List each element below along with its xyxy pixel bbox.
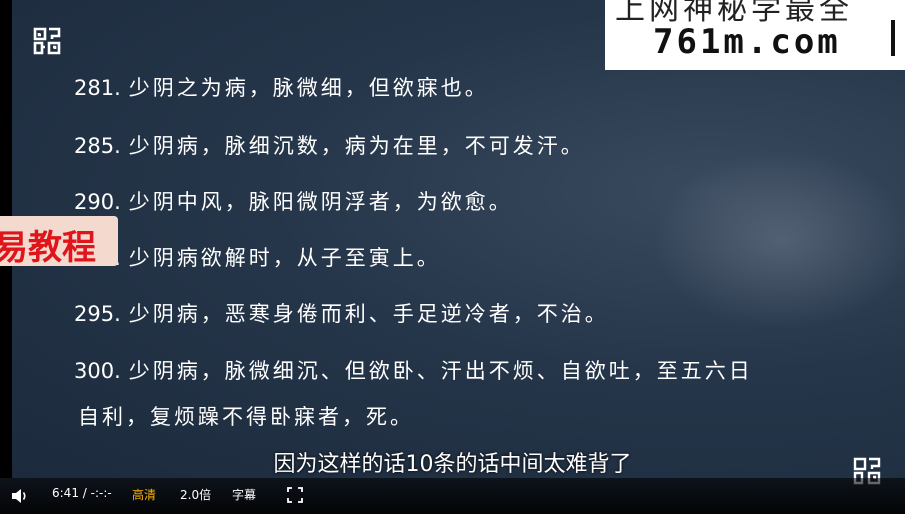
- slide-line-295: 295. 少阴病，恶寒身倦而利、手足逆冷者，不治。: [74, 302, 609, 326]
- fullscreen-icon[interactable]: [287, 487, 303, 503]
- brand-logo-icon: [33, 27, 61, 55]
- watermark-domain: 761m.com: [653, 22, 841, 62]
- watermark-bar: [891, 20, 895, 56]
- slide-line-285: 285. 少阴病，脉细沉数，病为在里，不可发汗。: [74, 134, 585, 158]
- side-tag-text: 易教程: [0, 228, 96, 266]
- video-player[interactable]: 281. 少阴之为病，脉微细，但欲寐也。 285. 少阴病，脉细沉数，病为在里，不可…: [0, 0, 905, 514]
- side-tag-overlay: 易教程: [0, 216, 118, 266]
- slide-line-281: 281. 少阴之为病，脉微细，但欲寐也。: [74, 76, 489, 100]
- video-subtitle: 因为这样的话10条的话中间太难背了: [273, 452, 632, 477]
- slide-line-300-continued: 自利，复烦躁不得卧寐者，死。: [78, 405, 414, 429]
- subtitles-button[interactable]: 字幕: [232, 486, 256, 503]
- slide-line-291: 291.少阴病欲解时，从子至寅上。: [74, 246, 441, 270]
- slide-line-290: 290. 少阴中风，脉阳微阴浮者，为欲愈。: [74, 190, 513, 214]
- time-display: 6:41 / -:-:-: [52, 486, 112, 500]
- volume-icon[interactable]: [10, 487, 30, 505]
- slide-line-300: 300. 少阴病，脉微细沉、但欲卧、汗出不烦、自欲吐，至五六日: [74, 359, 753, 383]
- speed-button[interactable]: 2.0倍: [180, 486, 211, 503]
- cloud-decoration: [652, 150, 905, 330]
- site-watermark: 上网神秘学最全 761m.com: [605, 0, 905, 70]
- control-bar: 6:41 / -:-:- 高清 2.0倍 字幕: [0, 478, 905, 514]
- quality-button[interactable]: 高清: [132, 486, 156, 503]
